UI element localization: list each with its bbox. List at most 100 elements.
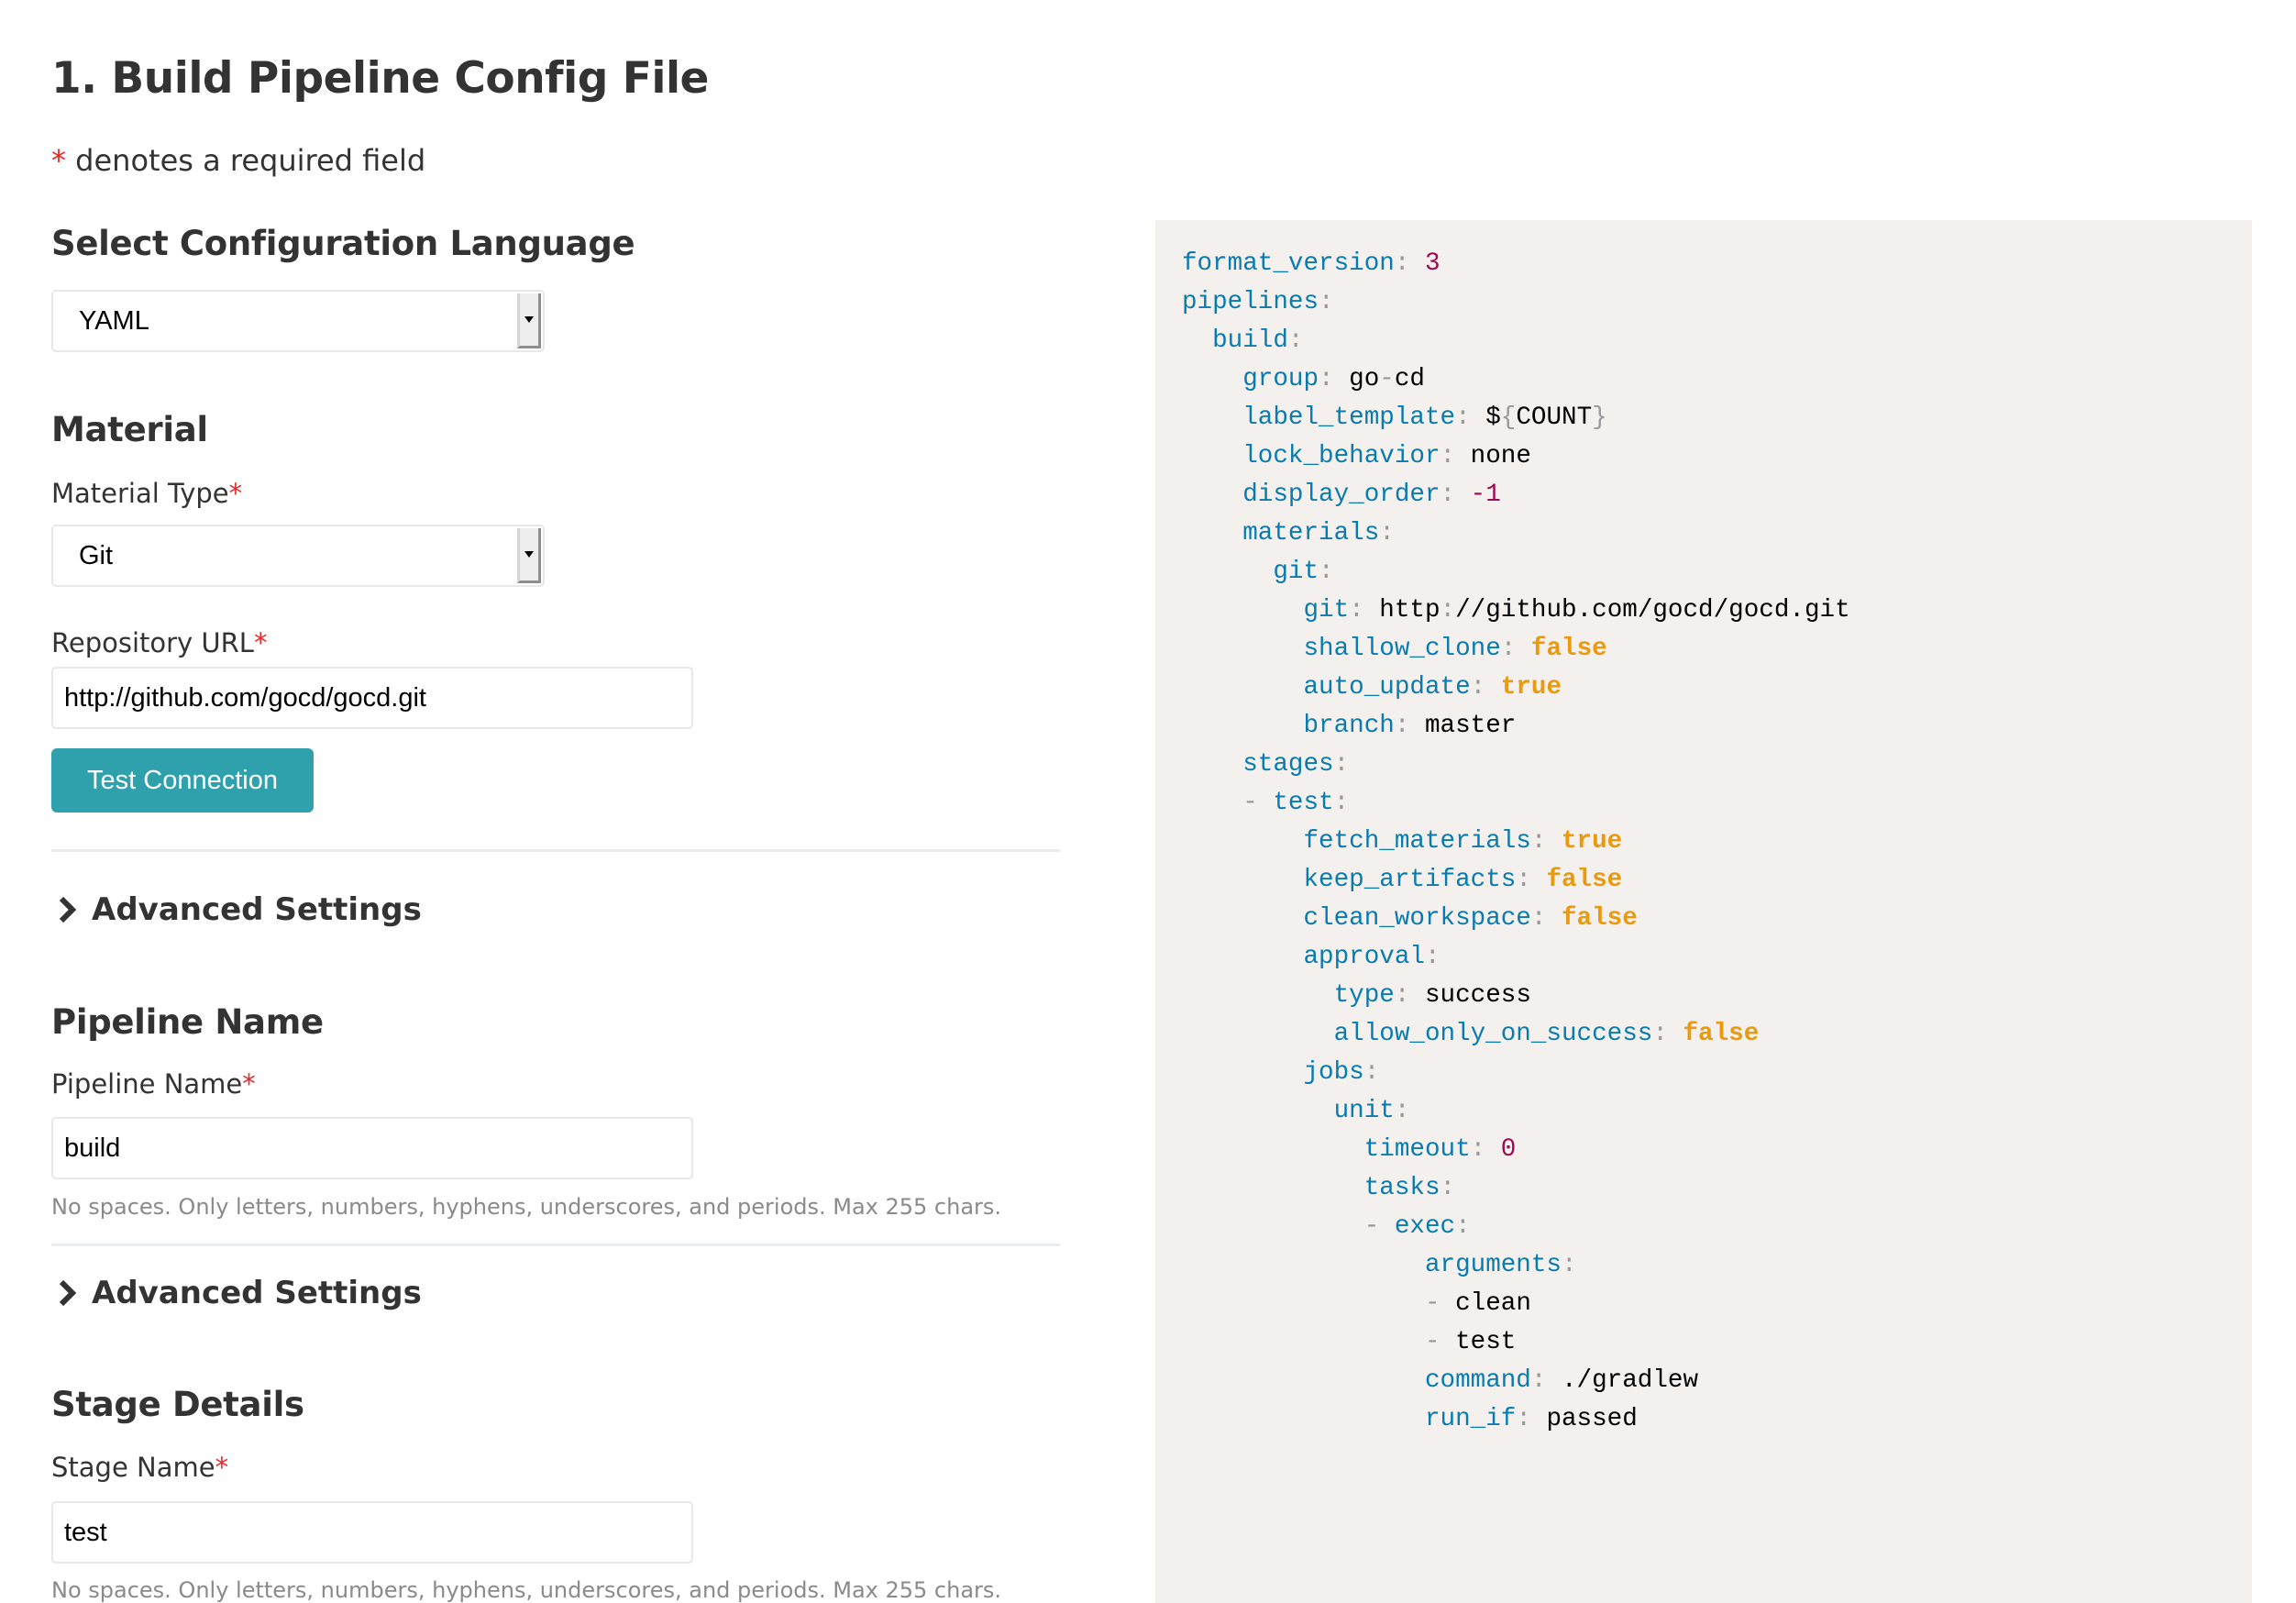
pipeline-name-label-text: Pipeline Name [51,1068,243,1100]
yaml-line: clean_workspace: false [1182,900,1850,938]
yaml-colon: : [1319,558,1334,586]
pipeline-name-hint: No spaces. Only letters, numbers, hyphen… [51,1194,1002,1220]
yaml-value: false [1562,904,1638,933]
material-type-label: Material Type* [51,478,242,509]
stage-name-label-text: Stage Name [51,1452,215,1483]
dropdown-arrow-button[interactable] [517,528,541,583]
stage-name-input[interactable] [51,1501,693,1564]
dropdown-arrow-button[interactable] [517,293,541,348]
yaml-key: keep_artifacts [1303,866,1517,894]
yaml-value: go-cd [1349,365,1425,393]
yaml-line: arguments: [1182,1246,1850,1285]
yaml-value: false [1546,866,1623,894]
yaml-line: materials: [1182,514,1850,553]
stage-name-hint: No spaces. Only letters, numbers, hyphen… [51,1577,1002,1603]
yaml-key: display_order [1242,481,1441,509]
required-star: * [253,627,268,658]
yaml-key: git [1273,558,1319,586]
yaml-colon: : [1500,635,1517,663]
yaml-key: timeout [1363,1135,1471,1164]
yaml-key: pipelines [1182,288,1319,316]
yaml-line: - exec: [1182,1208,1850,1246]
yaml-colon: : [1516,1405,1531,1433]
yaml-value: ${COUNT} [1485,404,1607,432]
yaml-list-dash: - [1363,1212,1395,1241]
yaml-line: command: ./gradlew [1182,1362,1850,1400]
yaml-value: true [1500,673,1562,702]
yaml-line: run_if: passed [1182,1400,1850,1439]
yaml-key: auto_update [1303,673,1471,702]
yaml-line: jobs: [1182,1054,1850,1092]
yaml-line: - test [1182,1323,1850,1362]
yaml-value: -1 [1470,481,1501,509]
yaml-value: none [1470,442,1531,470]
yaml-colon: : [1287,326,1304,355]
yaml-value: clean [1455,1289,1531,1318]
yaml-colon: : [1379,519,1395,547]
yaml-key: command [1424,1366,1531,1395]
material-type-select[interactable]: Git [51,525,545,587]
yaml-colon: : [1394,712,1410,740]
yaml-value: 0 [1500,1135,1517,1164]
yaml-key: run_if [1424,1405,1517,1433]
config-language-heading: Select Configuration Language [51,224,635,263]
yaml-line: group: go-cd [1182,360,1850,399]
yaml-line: build: [1182,322,1850,360]
config-language-selected-value: YAML [79,306,149,336]
yaml-line: shallow_clone: false [1182,630,1850,669]
yaml-code-block: format_version: 3 pipelines: build: group… [1182,245,1850,1439]
yaml-key: tasks [1363,1174,1441,1202]
yaml-colon: : [1652,1020,1668,1048]
config-language-select[interactable]: YAML [51,290,545,352]
yaml-line: pipelines: [1182,283,1850,322]
pipeline-name-input[interactable] [51,1117,693,1179]
yaml-colon: : [1319,288,1334,316]
material-advanced-settings-toggle[interactable]: Advanced Settings [57,891,422,928]
yaml-list-dash: - [1424,1328,1456,1356]
yaml-colon: : [1333,789,1350,817]
yaml-colon: : [1455,1212,1471,1241]
test-connection-button[interactable]: Test Connection [51,748,314,813]
yaml-list-dash: - [1424,1289,1456,1318]
stage-details-heading: Stage Details [51,1385,304,1424]
yaml-colon: : [1394,1097,1410,1125]
yaml-key: allow_only_on_success [1333,1020,1653,1048]
repository-url-label-text: Repository URL [51,627,254,658]
repository-url-label: Repository URL* [51,627,267,658]
yaml-value: http://github.com/gocd/gocd.git [1379,596,1850,625]
yaml-key: materials [1242,519,1380,547]
yaml-value: passed [1546,1405,1638,1433]
pipeline-advanced-settings-toggle[interactable]: Advanced Settings [57,1275,422,1311]
required-star: * [242,1068,256,1100]
advanced-settings-label: Advanced Settings [92,1275,422,1311]
yaml-colon: : [1424,943,1441,971]
yaml-value: false [1683,1020,1760,1048]
yaml-value: master [1424,712,1517,740]
yaml-preview-panel: format_version: 3 pipelines: build: group… [1155,220,2252,1603]
required-star: * [215,1452,229,1483]
yaml-colon: : [1319,365,1334,393]
yaml-key: fetch_materials [1303,827,1531,856]
repository-url-input[interactable] [51,667,693,729]
yaml-key: label_template [1242,404,1456,432]
yaml-line: fetch_materials: true [1182,823,1850,861]
yaml-key: arguments [1424,1251,1562,1279]
yaml-colon: : [1530,1366,1547,1395]
yaml-line: branch: master [1182,707,1850,746]
yaml-line: display_order: -1 [1182,476,1850,514]
yaml-key: format_version [1182,249,1395,278]
yaml-colon: : [1440,481,1456,509]
yaml-line: label_template: ${COUNT} [1182,399,1850,437]
yaml-value: success [1424,981,1531,1010]
yaml-line: - clean [1182,1285,1850,1323]
yaml-key: branch [1303,712,1395,740]
yaml-key: unit [1333,1097,1395,1125]
yaml-colon: : [1530,904,1547,933]
yaml-colon: : [1440,442,1456,470]
yaml-list-dash: - [1242,789,1274,817]
yaml-colon: : [1349,596,1364,625]
yaml-value: true [1562,827,1623,856]
caret-down-icon [524,551,534,558]
divider [51,1244,1060,1246]
yaml-key: test [1273,789,1334,817]
